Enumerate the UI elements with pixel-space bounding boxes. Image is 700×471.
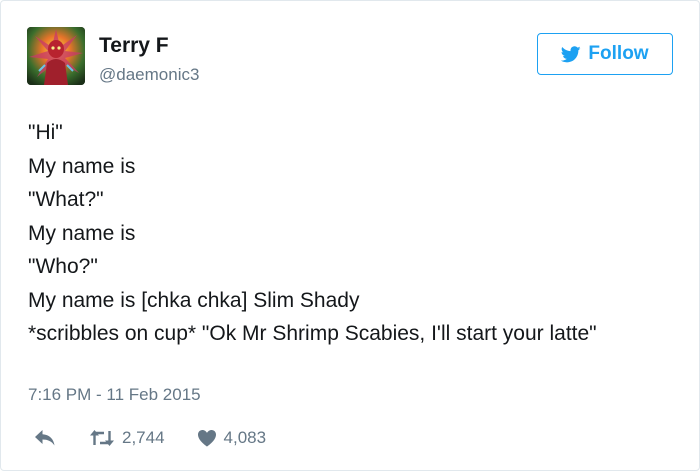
author-handle[interactable]: @daemonic3 xyxy=(99,65,199,85)
tweet-timestamp[interactable]: 7:16 PM - 11 Feb 2015 xyxy=(28,385,201,405)
follow-button[interactable]: Follow xyxy=(537,33,673,75)
author-display-name[interactable]: Terry F xyxy=(99,34,169,58)
tweet-actions: 2,744 4,083 xyxy=(34,424,266,452)
tweet-text-line: My name is [chka chka] Slim Shady xyxy=(28,288,360,312)
reply-button[interactable] xyxy=(34,429,56,447)
retweet-icon xyxy=(90,430,114,446)
tweet-text-line: "What?" xyxy=(28,188,104,211)
tweet-text-line: *scribbles on cup* "Ok Mr Shrimp Scabies… xyxy=(28,322,597,345)
tweet-text-line: "Hi" xyxy=(28,121,63,144)
follow-label: Follow xyxy=(588,43,649,64)
retweet-button[interactable]: 2,744 xyxy=(89,428,165,448)
twitter-bird-icon xyxy=(561,45,582,62)
like-count: 4,083 xyxy=(223,428,267,447)
tweet-card: Terry F @daemonic3 Follow "Hi" My name i… xyxy=(0,0,700,471)
reply-icon xyxy=(35,430,55,446)
avatar-image xyxy=(27,27,85,85)
tweet-text-line: "Who?" xyxy=(28,255,98,278)
tweet-text: "Hi" My name is "What?" My name is "Who?… xyxy=(28,116,668,351)
tweet-text-line: My name is xyxy=(28,154,136,178)
avatar[interactable] xyxy=(27,27,85,85)
like-button[interactable]: 4,083 xyxy=(197,428,267,448)
tweet-text-line: My name is xyxy=(28,221,136,245)
retweet-count: 2,744 xyxy=(122,428,165,447)
heart-icon xyxy=(197,430,216,447)
